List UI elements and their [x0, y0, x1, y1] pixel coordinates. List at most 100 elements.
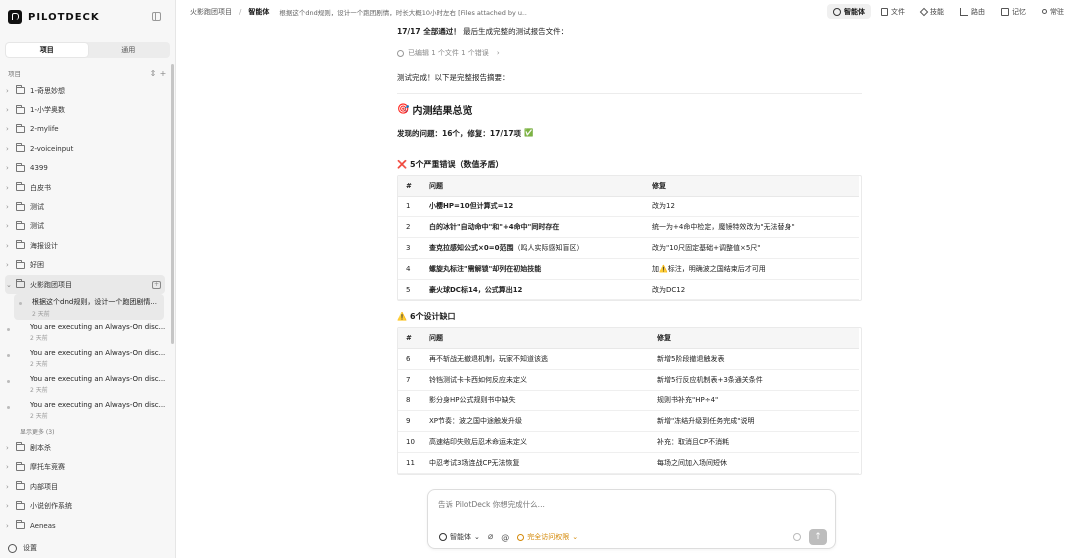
- show-more-link[interactable]: 显示更多 (3): [0, 424, 170, 438]
- session-item[interactable]: 根据这个dnd规则，设计一个跑团剧情... 2 天前: [14, 294, 164, 321]
- project-item[interactable]: › 测试: [0, 197, 170, 216]
- mention-icon[interactable]: @: [501, 533, 509, 542]
- radio-icon: [1042, 9, 1047, 14]
- chevron-right-icon: ›: [6, 521, 9, 530]
- project-label: 小说创作系统: [30, 502, 72, 511]
- cell-issue: 高速结印失败后忍术命运未定义: [429, 431, 657, 453]
- chevron-right-icon: ›: [6, 125, 9, 134]
- session-item[interactable]: You are executing an Always-On disc... 2 …: [0, 398, 170, 424]
- project-label: 摩托车竞赛: [30, 463, 65, 472]
- pass-line-rest: 最后生成完整的测试报告文件：: [460, 27, 569, 36]
- project-item[interactable]: › 1-奇思妙想: [0, 81, 170, 100]
- col-header: 问题: [429, 176, 652, 197]
- chevron-right-icon: ›: [6, 502, 9, 511]
- edit-summary[interactable]: 已编辑 1 个文件 1 个错误 ›: [397, 48, 862, 58]
- message-input[interactable]: [438, 500, 818, 509]
- folder-icon: [16, 259, 25, 269]
- attach-icon[interactable]: ⌀: [488, 532, 493, 542]
- severe-heading: ❌ 5个严重错误（数值矛盾）: [397, 159, 862, 170]
- divider: [397, 93, 862, 94]
- status-circle-icon: [397, 49, 404, 57]
- table-row: 9 XP节奏：波之国中途触发升级 新增"冻结升级到任务完成"说明: [398, 410, 859, 433]
- project-item[interactable]: › 剧本杀: [0, 438, 170, 457]
- session-time: 2 天前: [30, 387, 48, 395]
- sidebar: PILOTDECK 项目 通用 项目 ⇕ + › 1-奇思妙想 › 1-小学奥数 ›…: [0, 0, 176, 558]
- permission-selector[interactable]: 完全访问权限 ⌄: [517, 532, 578, 542]
- cell-num: 9: [398, 410, 429, 433]
- pilotdeck-logo-icon: [8, 10, 22, 24]
- project-item[interactable]: › 1-小学奥数: [0, 100, 170, 119]
- context-usage-icon[interactable]: [793, 533, 801, 541]
- chevron-right-icon: ›: [6, 144, 9, 153]
- chevron-right-icon: ›: [6, 482, 9, 491]
- brand[interactable]: PILOTDECK: [8, 9, 100, 25]
- folder-icon: [16, 240, 25, 250]
- table-row: 8 影分身HP公式规则书中缺失 规则书补充"HP÷4": [398, 390, 859, 412]
- tab-resident-label: 常驻: [1050, 7, 1064, 16]
- check-icon: ✅: [524, 128, 534, 137]
- project-item[interactable]: › 白皮书: [0, 178, 170, 197]
- project-item[interactable]: › 2-mylife: [0, 120, 170, 139]
- severe-title: 5个严重错误（数值矛盾）: [409, 160, 504, 169]
- folder-icon: [16, 461, 25, 471]
- project-item[interactable]: › Aeneas: [0, 516, 170, 535]
- folder-icon: [16, 500, 25, 510]
- project-item[interactable]: › 海报设计: [0, 236, 170, 255]
- session-item[interactable]: You are executing an Always-On disc... 2 …: [0, 372, 170, 398]
- found-text: 发现的问题：16个，修复：17/17项: [397, 129, 522, 138]
- cell-fix: 改为12: [652, 196, 859, 218]
- project-label: 火影跑团项目: [30, 280, 72, 289]
- composer-toolbar: 智能体 ⌄ ⌀ @ 完全访问权限 ⌄ ↑: [439, 529, 827, 545]
- project-label: 1-小学奥数: [30, 106, 65, 115]
- project-item[interactable]: › 好困: [0, 256, 170, 275]
- chevron-right-icon: ›: [6, 222, 9, 231]
- chevron-down-icon: ⌄: [474, 533, 480, 541]
- breadcrumb-project[interactable]: 火影跑团项目: [190, 7, 232, 17]
- cell-fix: 加⚠️标注，明确波之国结束后才可用: [652, 258, 859, 280]
- project-item[interactable]: › 摩托车竞赛: [0, 458, 170, 477]
- cell-issue: 螺旋丸标注"需解锁"却列在初始技能: [429, 258, 652, 280]
- tab-general[interactable]: 通用: [88, 43, 170, 57]
- project-item[interactable]: › 2-voiceinput: [0, 139, 170, 158]
- sidebar-scrollbar[interactable]: [171, 64, 174, 344]
- cell-issue: 铃铛测试卡卡西如何反应未定义: [429, 369, 657, 391]
- sort-icon[interactable]: ⇕: [148, 69, 158, 78]
- add-project-icon[interactable]: +: [158, 69, 168, 78]
- tab-memory[interactable]: 记忆: [995, 4, 1032, 19]
- project-item-open[interactable]: ⌄ 火影跑团项目 +: [5, 274, 165, 295]
- col-header: 问题: [429, 328, 657, 349]
- project-item[interactable]: › 小说创作系统: [0, 496, 170, 515]
- cell-issue: 再不斩战无撤退机制，玩家不知道该逃: [429, 348, 657, 370]
- table-row: 10 高速结印失败后忍术命运未定义 补充：取消且CP不消耗: [398, 431, 859, 453]
- tab-resident[interactable]: 常驻: [1036, 4, 1070, 19]
- cell-num: 5: [398, 279, 429, 301]
- agent-selector[interactable]: 智能体 ⌄: [439, 532, 480, 542]
- send-button[interactable]: ↑: [809, 529, 827, 545]
- session-item[interactable]: You are executing an Always-On disc... 2 …: [0, 346, 170, 372]
- new-chat-icon[interactable]: +: [152, 280, 161, 289]
- folder-icon: [16, 481, 25, 491]
- project-label: 4399: [30, 164, 48, 173]
- collapse-sidebar-icon[interactable]: [152, 12, 161, 21]
- project-label: 1-奇思妙想: [30, 86, 65, 95]
- settings-label: 设置: [23, 544, 37, 552]
- sidebar-tabs: 项目 通用: [5, 42, 170, 58]
- note-icon: [1001, 7, 1009, 16]
- tab-projects[interactable]: 项目: [6, 43, 88, 57]
- project-label: 好困: [30, 261, 44, 270]
- tab-agent-label: 智能体: [844, 7, 865, 16]
- tab-skills[interactable]: 技能: [915, 4, 950, 19]
- project-item[interactable]: › 内部项目: [0, 477, 170, 496]
- session-title: 根据这个dnd规则，设计一个跑团剧情...: [32, 298, 157, 307]
- tab-files[interactable]: 文件: [875, 4, 911, 19]
- project-item[interactable]: › 测试: [0, 217, 170, 236]
- tab-agent[interactable]: 智能体: [827, 4, 871, 19]
- session-item[interactable]: You are executing an Always-On disc... 2 …: [0, 320, 170, 346]
- table-row: 6 再不斩战无撤退机制，玩家不知道该逃 新增5阶段撤退触发表: [398, 348, 859, 370]
- settings-button[interactable]: 设置: [8, 543, 37, 553]
- folder-icon: [16, 85, 25, 95]
- tab-routes[interactable]: 路由: [954, 4, 991, 19]
- col-header: 修复: [657, 328, 859, 349]
- agent-label: 智能体: [450, 533, 471, 541]
- project-item[interactable]: › 4399: [0, 159, 170, 178]
